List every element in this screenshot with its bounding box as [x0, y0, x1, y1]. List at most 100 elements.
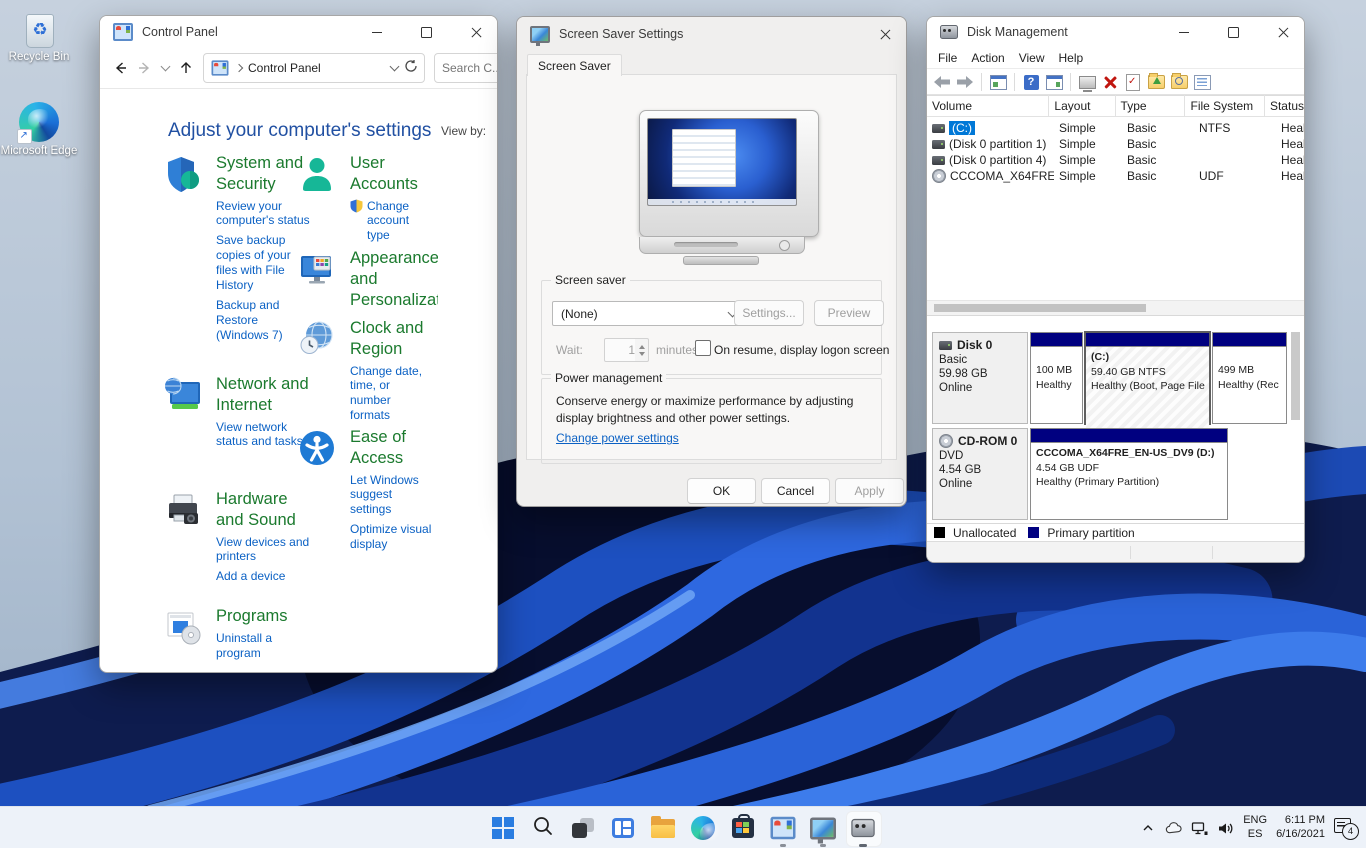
hidden-icons-chevron[interactable]: [1139, 820, 1156, 837]
back-button[interactable]: [112, 59, 128, 77]
apply-button[interactable]: Apply: [835, 478, 904, 504]
menu-view[interactable]: View: [1012, 51, 1052, 65]
address-bar[interactable]: Control Panel: [203, 53, 425, 83]
partition-100mb[interactable]: 100 MB Healthy: [1030, 332, 1083, 424]
column-file-system[interactable]: File System: [1185, 95, 1264, 116]
refresh-button[interactable]: [404, 59, 418, 78]
category-title[interactable]: Clock and Region: [350, 318, 438, 360]
toolbar-check-document-button[interactable]: [1124, 73, 1142, 91]
tab-screen-saver[interactable]: Screen Saver: [527, 54, 622, 76]
scrollbar-thumb[interactable]: [934, 304, 1146, 312]
desktop-icon-microsoft-edge[interactable]: Microsoft Edge: [0, 102, 78, 159]
network-icon[interactable]: [1191, 820, 1208, 837]
clock[interactable]: 6:11 PM 6/16/2021: [1276, 814, 1325, 842]
toolbar-folder-up-button[interactable]: [1147, 73, 1165, 91]
column-layout[interactable]: Layout: [1049, 95, 1115, 116]
category-system-and-security[interactable]: System and Security Review your computer…: [162, 153, 312, 347]
volume-icon[interactable]: [1217, 820, 1234, 837]
search-input[interactable]: [434, 53, 498, 83]
toolbar-action-pane-button[interactable]: [1045, 73, 1063, 91]
menu-action[interactable]: Action: [964, 51, 1011, 65]
onedrive-cloud-icon[interactable]: [1165, 820, 1182, 837]
cdrom0-header[interactable]: CD-ROM 0 DVD 4.54 GB Online: [932, 428, 1028, 520]
settings-button[interactable]: Settings...: [734, 300, 804, 326]
category-title[interactable]: Programs: [216, 606, 312, 627]
volume-row-c[interactable]: (C:) Simple Basic NTFS Healthy: [927, 120, 1304, 136]
notification-center-button[interactable]: 4: [1334, 818, 1358, 838]
link-change-date-time[interactable]: Change date, time, or number formats: [350, 364, 434, 424]
minimize-button[interactable]: [356, 16, 397, 48]
volume-row-partition4[interactable]: (Disk 0 partition 4) Simple Basic Health…: [927, 152, 1304, 168]
language-indicator[interactable]: ENG ES: [1243, 814, 1267, 842]
partition-dvd[interactable]: CCCOMA_X64FRE_EN-US_DV9 (D:) 4.54 GB UDF…: [1030, 428, 1228, 520]
preview-button[interactable]: Preview: [814, 300, 884, 326]
edge-button[interactable]: [683, 807, 723, 848]
file-explorer-button[interactable]: [643, 807, 683, 848]
category-title[interactable]: User Accounts: [350, 153, 438, 195]
control-panel-titlebar[interactable]: Control Panel: [100, 16, 497, 48]
close-button[interactable]: [456, 16, 497, 48]
column-type[interactable]: Type: [1116, 95, 1186, 116]
screen-saver-dropdown[interactable]: (None): [552, 301, 745, 326]
close-button[interactable]: [1263, 17, 1304, 47]
close-button[interactable]: [865, 17, 906, 51]
horizontal-scrollbar[interactable]: [927, 300, 1304, 315]
maximize-button[interactable]: [1213, 17, 1254, 47]
menu-help[interactable]: Help: [1052, 51, 1091, 65]
disk-management-titlebar[interactable]: Disk Management: [927, 17, 1304, 47]
category-ease-of-access[interactable]: Ease of Access Let Windows suggest setti…: [296, 427, 438, 557]
disk0-header[interactable]: Disk 0 Basic 59.98 GB Online: [932, 332, 1028, 424]
partition-499mb[interactable]: 499 MB Healthy (Rec: [1212, 332, 1287, 424]
ok-button[interactable]: OK: [687, 478, 756, 504]
screen-saver-titlebar[interactable]: Screen Saver Settings: [517, 17, 906, 51]
category-network-and-internet[interactable]: Network and Internet View network status…: [162, 374, 312, 454]
on-resume-checkbox[interactable]: [695, 340, 711, 356]
category-appearance-personalization[interactable]: Appearance and Personalization: [296, 248, 438, 314]
desktop-icon-recycle-bin[interactable]: Recycle Bin: [0, 8, 78, 65]
link-windows-suggest-settings[interactable]: Let Windows suggest settings: [350, 473, 434, 518]
up-button[interactable]: [178, 59, 194, 77]
start-button[interactable]: [483, 807, 523, 848]
taskbar-display-settings-button[interactable]: [803, 807, 843, 848]
category-title[interactable]: Appearance and Personalization: [350, 248, 438, 310]
menu-file[interactable]: File: [931, 51, 964, 65]
taskbar-disk-management-button[interactable]: [843, 807, 883, 848]
column-status[interactable]: Status: [1265, 95, 1304, 116]
forward-button[interactable]: [137, 59, 153, 77]
vertical-scrollbar-thumb[interactable]: [1291, 332, 1300, 420]
category-clock-and-region[interactable]: Clock and Region Change date, time, or n…: [296, 318, 438, 428]
toolbar-help-button[interactable]: [1022, 73, 1040, 91]
toolbar-computer-button[interactable]: [1078, 73, 1096, 91]
widgets-button[interactable]: [603, 807, 643, 848]
change-power-settings-link[interactable]: Change power settings: [556, 431, 679, 445]
category-programs[interactable]: Programs Uninstall a program: [162, 606, 312, 666]
wait-spinner[interactable]: [635, 338, 649, 362]
link-optimize-visual-display[interactable]: Optimize visual display: [350, 522, 434, 552]
toolbar-folder-search-button[interactable]: [1170, 73, 1188, 91]
volume-row-partition1[interactable]: (Disk 0 partition 1) Simple Basic Health…: [927, 136, 1304, 152]
category-hardware-and-sound[interactable]: Hardware and Sound View devices and prin…: [162, 489, 312, 589]
link-change-account-type[interactable]: Change account type: [367, 199, 423, 244]
maximize-button[interactable]: [406, 16, 447, 48]
link-add-device[interactable]: Add a device: [216, 569, 310, 584]
search-button[interactable]: [523, 807, 563, 848]
partition-c-selected[interactable]: (C:) 59.40 GB NTFS Healthy (Boot, Page F…: [1084, 331, 1211, 425]
toolbar-properties-button[interactable]: [1193, 73, 1211, 91]
toolbar-back-button[interactable]: [933, 73, 951, 91]
store-button[interactable]: [723, 807, 763, 848]
category-user-accounts[interactable]: User Accounts Change account type: [296, 153, 438, 243]
address-dropdown-button[interactable]: [390, 62, 400, 72]
volume-list-header[interactable]: Volume Layout Type File System Status: [927, 94, 1304, 117]
column-volume[interactable]: Volume: [927, 95, 1049, 116]
category-title[interactable]: Ease of Access: [350, 427, 438, 469]
toolbar-forward-button[interactable]: [956, 73, 974, 91]
volume-row-cccoma[interactable]: CCCOMA_X64FRE... Simple Basic UDF Health…: [927, 168, 1304, 184]
minimize-button[interactable]: [1163, 17, 1204, 47]
toolbar-delete-button[interactable]: [1101, 73, 1119, 91]
toolbar-console-tree-button[interactable]: [989, 73, 1007, 91]
breadcrumb-item[interactable]: Control Panel: [248, 61, 321, 75]
task-view-button[interactable]: [563, 807, 603, 848]
cancel-button[interactable]: Cancel: [761, 478, 830, 504]
recent-locations-button[interactable]: [162, 59, 169, 77]
link-uninstall-program[interactable]: Uninstall a program: [216, 631, 310, 661]
